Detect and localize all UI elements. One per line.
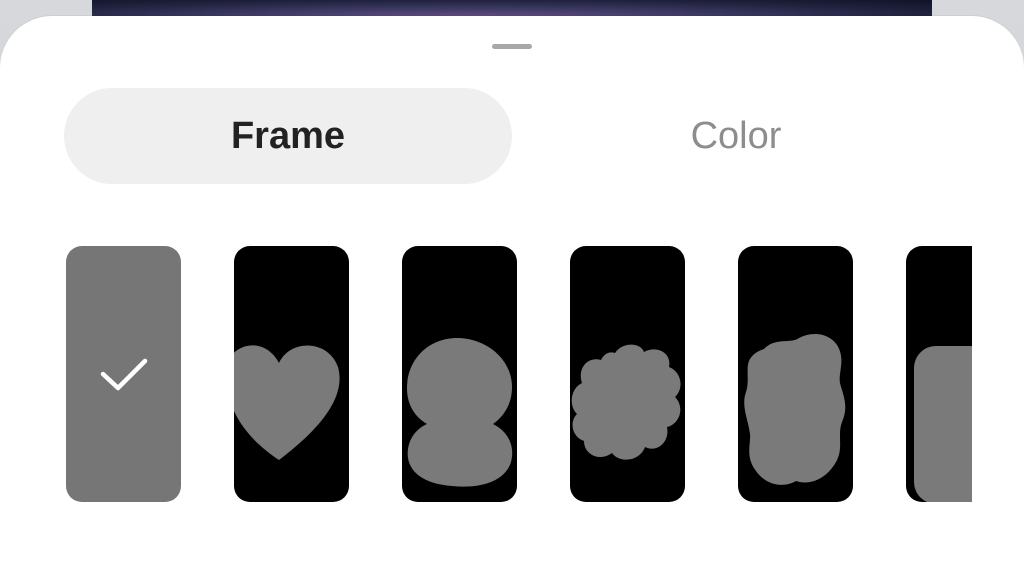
frame-option-flower[interactable] <box>570 246 685 502</box>
frame-option-rounded-rectangle[interactable] <box>906 246 972 502</box>
frame-option-heart[interactable] <box>234 246 349 502</box>
frame-color-tabs: Frame Color <box>64 88 960 184</box>
heart-frame-icon <box>234 345 340 460</box>
check-icon <box>100 358 148 391</box>
frame-option-wavy-oval[interactable] <box>738 246 853 502</box>
tab-frame[interactable]: Frame <box>64 88 512 184</box>
frame-options-list <box>66 246 972 506</box>
figure-eight-frame-icon <box>407 338 513 487</box>
rounded-rectangle-frame-icon <box>914 346 972 502</box>
frame-picker-screen: Frame Color <box>0 0 1024 564</box>
frame-option-none[interactable] <box>66 246 181 502</box>
flower-frame-icon <box>571 344 681 460</box>
tab-color[interactable]: Color <box>512 88 960 184</box>
drag-handle-icon[interactable] <box>492 44 532 49</box>
frame-option-figure-eight[interactable] <box>402 246 517 502</box>
wavy-oval-frame-icon <box>744 333 846 485</box>
